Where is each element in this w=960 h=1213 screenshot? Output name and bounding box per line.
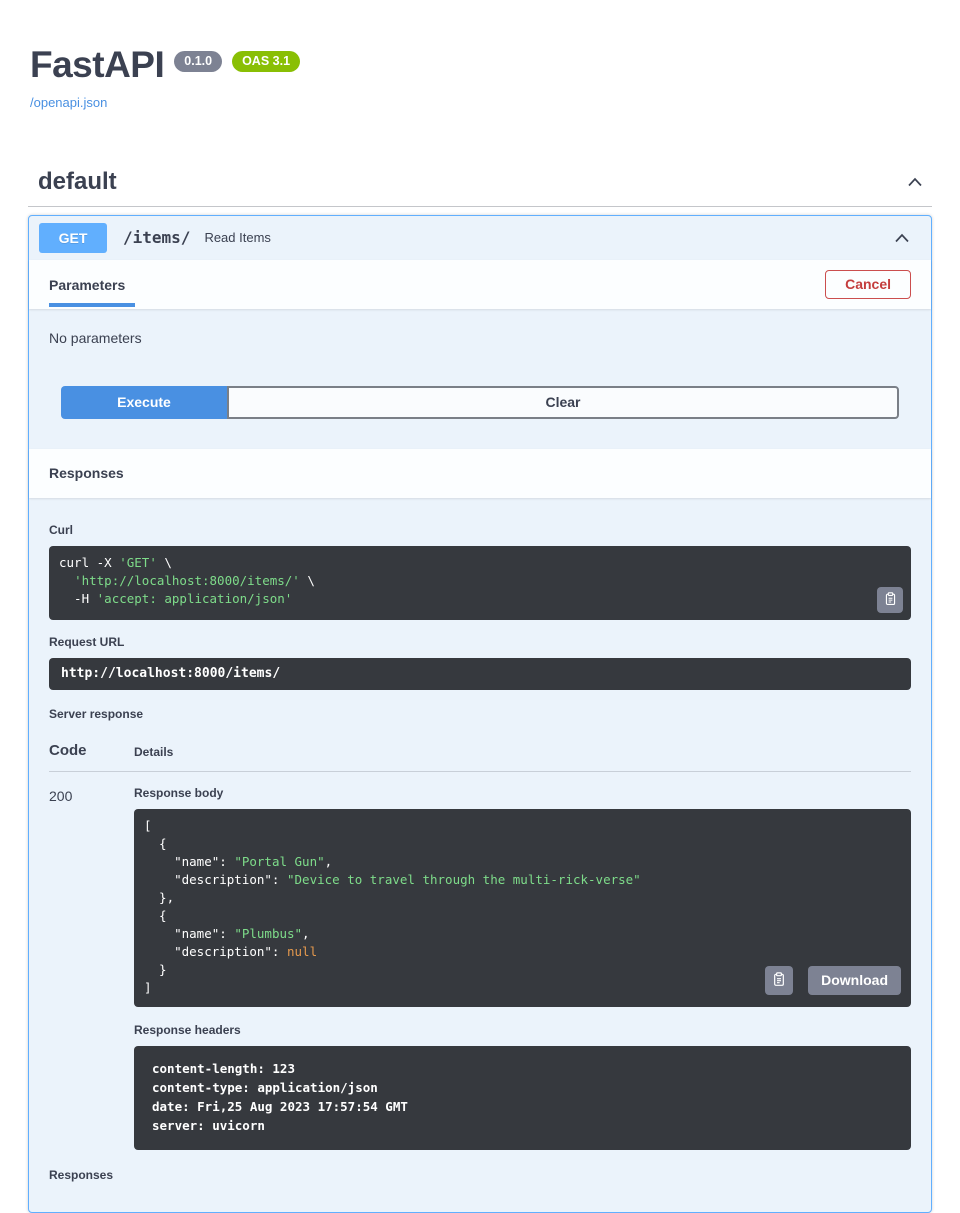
tag-section-header[interactable]: default	[28, 162, 932, 207]
api-title-row: FastAPI 0.1.0 OAS 3.1	[28, 46, 932, 85]
response-headers-label: Response headers	[134, 1023, 911, 1037]
version-badge: 0.1.0	[174, 51, 222, 72]
server-response-table: Code Details 200 Response body [ { "name…	[49, 730, 911, 1212]
collapse-operation-button[interactable]	[889, 225, 915, 251]
collapse-section-button[interactable]	[902, 169, 928, 195]
response-body-block: [ { "name": "Portal Gun", "description":…	[134, 809, 911, 1007]
code-column-header: Code	[49, 742, 134, 759]
api-title: FastAPI	[30, 46, 164, 85]
request-url-label: Request URL	[49, 635, 911, 649]
parameters-section-header: Parameters Cancel	[29, 260, 931, 309]
tag-name: default	[38, 168, 117, 196]
responses-body: Curl curl -X 'GET' \ 'http://localhost:8…	[29, 498, 931, 1212]
details-column-header: Details	[134, 745, 173, 759]
response-details-cell: Response body [ { "name": "Portal Gun", …	[134, 786, 911, 1166]
swagger-ui-page: FastAPI 0.1.0 OAS 3.1 /openapi.json defa…	[0, 0, 960, 1213]
request-url-value: http://localhost:8000/items/	[49, 658, 911, 690]
no-parameters-text: No parameters	[49, 330, 911, 346]
api-info-header: FastAPI 0.1.0 OAS 3.1 /openapi.json	[28, 46, 932, 112]
operation-path: /items/	[123, 228, 190, 247]
server-response-label: Server response	[49, 707, 911, 721]
clipboard-icon	[771, 971, 787, 990]
clear-button[interactable]: Clear	[227, 386, 899, 419]
response-row-200: 200 Response body [ { "name": "Portal Gu…	[49, 772, 911, 1166]
oas-badge: OAS 3.1	[232, 51, 300, 72]
cancel-button[interactable]: Cancel	[825, 270, 911, 299]
tag-section-default: default GET /items/ Read Items Paramet	[28, 162, 932, 1213]
openapi-spec-link[interactable]: /openapi.json	[30, 95, 107, 110]
response-headers-block: content-length: 123 content-type: applic…	[134, 1046, 911, 1150]
operation-block-get-items: GET /items/ Read Items Parameters Cancel…	[28, 215, 932, 1213]
documented-responses-label: Responses	[49, 1168, 911, 1212]
responses-section-header: Responses	[29, 449, 931, 498]
response-body-actions: Download	[765, 966, 901, 995]
response-headers-text: content-length: 123 content-type: applic…	[152, 1059, 893, 1135]
response-table-header: Code Details	[49, 730, 911, 772]
execute-row: Execute Clear	[49, 386, 911, 419]
chevron-up-icon	[891, 237, 913, 252]
copy-response-button[interactable]	[765, 966, 793, 995]
copy-curl-button[interactable]	[877, 587, 903, 613]
execute-button[interactable]: Execute	[61, 386, 227, 419]
tab-parameters[interactable]: Parameters	[49, 262, 135, 307]
responses-section-title: Responses	[49, 465, 124, 481]
operation-summary[interactable]: GET /items/ Read Items	[29, 216, 931, 260]
status-code: 200	[49, 786, 134, 1166]
curl-command-block: curl -X 'GET' \ 'http://localhost:8000/i…	[49, 546, 911, 620]
chevron-up-icon	[904, 181, 926, 196]
curl-command-text: curl -X 'GET' \ 'http://localhost:8000/i…	[59, 554, 901, 608]
http-method-badge: GET	[39, 223, 107, 253]
parameters-body: No parameters Execute Clear	[29, 309, 931, 449]
operation-description: Read Items	[204, 230, 270, 245]
download-button[interactable]: Download	[808, 966, 901, 995]
clipboard-icon	[883, 591, 898, 609]
curl-label: Curl	[49, 523, 911, 537]
response-body-label: Response body	[134, 786, 911, 800]
